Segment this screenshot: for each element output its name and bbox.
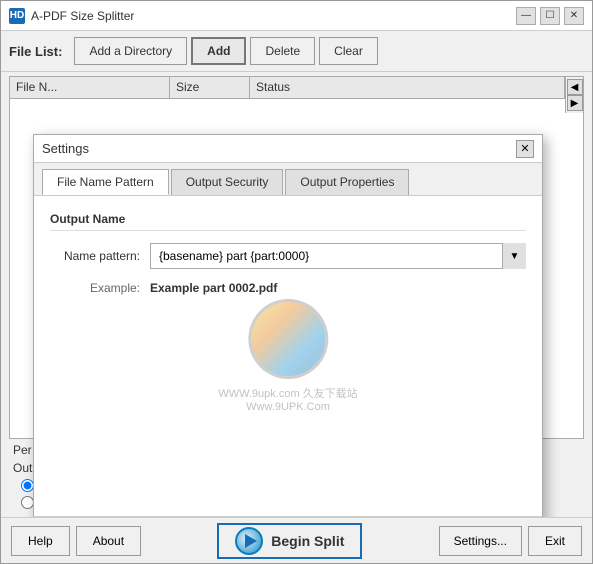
app-icon: HD xyxy=(9,8,25,24)
tab-file-name-pattern[interactable]: File Name Pattern xyxy=(42,169,169,195)
delete-button[interactable]: Delete xyxy=(250,37,315,65)
file-list-columns: File N... Size Status xyxy=(10,77,565,99)
dialog-tabs: File Name Pattern Output Security Output… xyxy=(34,163,542,196)
file-col-header: File N... xyxy=(10,77,170,98)
watermark-logo xyxy=(248,299,328,379)
about-button[interactable]: About xyxy=(76,526,141,556)
begin-split-icon xyxy=(235,527,263,555)
dialog-content: Output Name Name pattern: ▼ Example: Exa… xyxy=(34,196,542,516)
size-col-header: Size xyxy=(170,77,250,98)
minimize-button[interactable]: — xyxy=(516,7,536,25)
bottom-right: Settings... Exit xyxy=(439,526,582,556)
watermark: WWW.9upk.com 久友下载站 Www.9UPK.Com xyxy=(218,299,357,413)
watermark-text-2: Www.9UPK.Com xyxy=(218,401,357,413)
watermark-text-1: WWW.9upk.com 久友下载站 xyxy=(218,385,357,401)
clear-button[interactable]: Clear xyxy=(319,37,378,65)
file-list-label: File List: xyxy=(9,44,62,59)
watermark-globe xyxy=(248,299,328,379)
help-button[interactable]: Help xyxy=(11,526,70,556)
settings-button[interactable]: Settings... xyxy=(439,526,522,556)
bottom-center: Begin Split xyxy=(217,523,362,559)
example-value: Example part 0002.pdf xyxy=(150,281,277,295)
scroll-left-button[interactable]: ◀ xyxy=(567,79,583,95)
bottom-left: Help About xyxy=(11,526,141,556)
section-title: Output Name xyxy=(50,212,526,231)
settings-dialog: Settings ✕ File Name Pattern Output Secu… xyxy=(33,134,543,517)
maximize-button[interactable]: ☐ xyxy=(540,7,560,25)
dropdown-arrow-icon[interactable]: ▼ xyxy=(502,243,526,269)
dialog-title: Settings xyxy=(42,141,516,156)
tab-output-security[interactable]: Output Security xyxy=(171,169,284,195)
horizontal-scroll[interactable]: ◀ ▶ xyxy=(565,77,583,113)
name-pattern-input-wrapper: ▼ xyxy=(150,243,526,269)
title-controls: — ☐ ✕ xyxy=(516,7,584,25)
begin-split-label: Begin Split xyxy=(271,533,344,549)
toolbar: File List: Add a Directory Add Delete Cl… xyxy=(1,31,592,72)
begin-split-button[interactable]: Begin Split xyxy=(217,523,362,559)
name-pattern-row: Name pattern: ▼ xyxy=(50,243,526,269)
dialog-title-bar: Settings ✕ xyxy=(34,135,542,163)
scroll-right-button[interactable]: ▶ xyxy=(567,95,583,111)
bottom-bar: Help About Begin Split Settings... Exit xyxy=(1,517,592,563)
example-row: Example: Example part 0002.pdf xyxy=(50,281,526,295)
play-triangle-icon xyxy=(245,534,257,548)
tab-output-properties[interactable]: Output Properties xyxy=(285,169,409,195)
window-close-button[interactable]: ✕ xyxy=(564,7,584,25)
status-col-header: Status xyxy=(250,77,565,98)
dialog-buttons: Help Ok Cancel xyxy=(34,516,542,517)
app-title: A-PDF Size Splitter xyxy=(31,9,516,23)
main-content: File N... Size Status ◀ ▶ Per file... Ou… xyxy=(1,72,592,517)
main-window: HD A-PDF Size Splitter — ☐ ✕ File List: … xyxy=(0,0,593,564)
exit-button[interactable]: Exit xyxy=(528,526,582,556)
name-pattern-label: Name pattern: xyxy=(50,249,150,263)
add-directory-button[interactable]: Add a Directory xyxy=(74,37,187,65)
name-pattern-input[interactable] xyxy=(150,243,526,269)
add-button[interactable]: Add xyxy=(191,37,246,65)
dialog-close-button[interactable]: ✕ xyxy=(516,140,534,158)
example-label: Example: xyxy=(50,281,150,295)
title-bar: HD A-PDF Size Splitter — ☐ ✕ xyxy=(1,1,592,31)
